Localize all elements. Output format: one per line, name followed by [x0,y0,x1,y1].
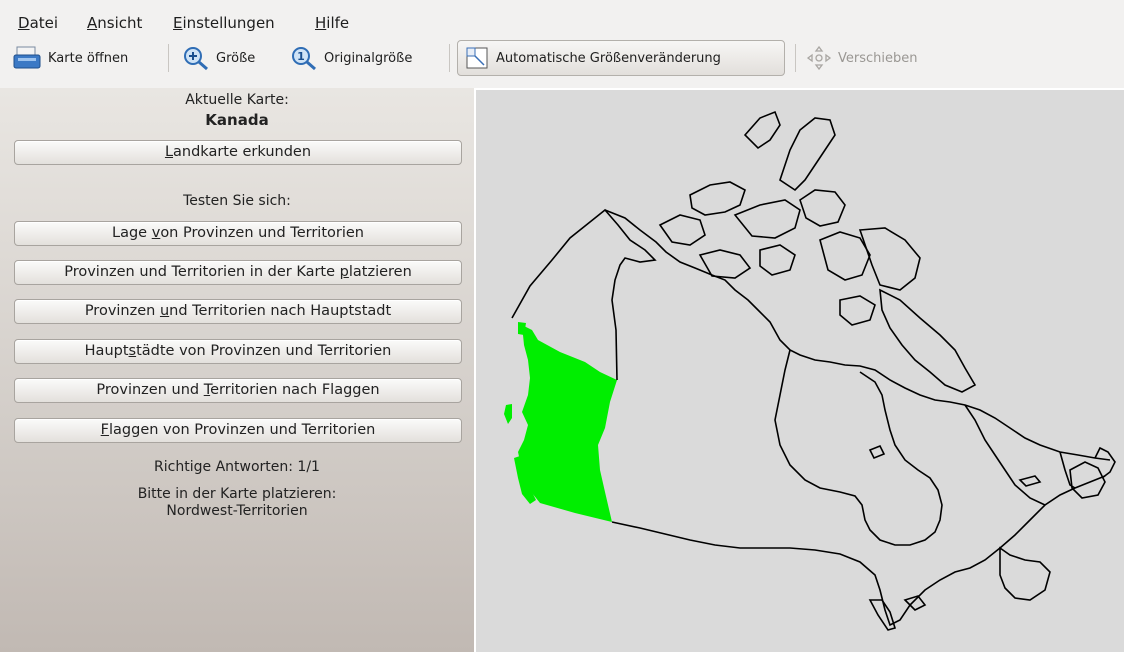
menu-ansicht-mnemonic: A [87,14,98,32]
outline-arctic-6 [799,189,846,227]
open-map-label: Karte öffnen [48,50,129,66]
test-yourself-label: Testen Sie sich: [183,193,291,209]
move-icon [806,45,832,71]
map-outlines [511,110,1116,631]
menu-datei[interactable]: Datei [18,14,58,32]
menu-einstellungen-label: instellungen [182,14,275,32]
target-region-text: Nordwest-Territorien [166,503,308,519]
move-label: Verschieben [838,50,918,66]
toolbar-separator [449,44,450,72]
current-map-name: Kanada [205,111,269,129]
quiz-flag-label-after: erritorien nach Flaggen [210,382,380,398]
svg-text:1: 1 [297,50,305,63]
menu-ansicht-label: nsicht [97,14,143,32]
original-size-button[interactable]: 1 Originalgröße [284,40,418,76]
outline-mainland-north [604,209,1111,461]
original-size-icon: 1 [292,47,316,71]
zoom-in-icon [184,47,208,71]
original-size-label: Originalgröße [324,50,413,66]
toolbar: Karte öffnen Größe 1 Originalgröße Autom… [0,34,1124,88]
outline-quebec-labrador [964,404,1116,506]
toolbar-separator [795,44,796,72]
menu-bar: Datei Ansicht Einstellungen Hilfe [0,0,1124,35]
quiz-capital-button[interactable]: Provinzen und Territorien nach Hauptstad… [14,299,462,324]
outline-akimiski [868,444,886,460]
outline-arctic-1 [779,117,836,192]
map-view[interactable] [474,88,1124,652]
auto-resize-button[interactable]: Automatische Größenveränderung [457,40,785,76]
outline-arctic-5 [733,199,801,239]
outline-southampton [839,295,876,326]
menu-hilfe-mnemonic: H [315,14,327,32]
canada-map[interactable] [476,90,1124,652]
region-british-columbia[interactable] [518,325,617,522]
quiz-flags-of-mnemonic: F [100,422,110,438]
menu-ansicht[interactable]: Ansicht [87,14,142,32]
quiz-location-label-before: Lage [112,225,152,241]
quiz-capital-label-before: Provinzen [84,303,160,319]
quiz-place-mnemonic: p [339,264,349,280]
zoom-label: Größe [216,50,256,66]
outline-baffin [879,288,977,393]
outline-maritimes [999,546,1051,601]
outline-arctic-10 [759,244,796,276]
auto-resize-label: Automatische Größenveränderung [496,50,721,66]
open-map-button[interactable]: Karte öffnen [6,40,134,76]
menu-datei-label: atei [29,14,59,32]
auto-resize-icon [466,47,488,69]
left-panel: Aktuelle Karte: Kanada Landkarte erkunde… [0,88,474,652]
score-text: Richtige Antworten: 1/1 [154,459,320,475]
zoom-button[interactable]: Größe [176,40,261,76]
explore-map-button[interactable]: Landkarte erkunden [14,140,462,165]
menu-hilfe-label: ilfe [326,14,350,32]
menu-hilfe[interactable]: Hilfe [315,14,349,32]
quiz-place-button[interactable]: Provinzen und Territorien in der Karte p… [14,260,462,285]
explore-map-mnemonic: L [164,144,174,160]
quiz-flags-of-label-after: laggen von Provinzen und Territorien [109,422,376,438]
quiz-flags-of-button[interactable]: Flaggen von Provinzen und Territorien [14,418,462,443]
outline-arctic-4 [658,214,706,246]
menu-datei-mnemonic: D [18,14,30,32]
quiz-capital-mnemonic: u [159,303,170,319]
quiz-flag-label-before: Provinzen und [96,382,204,398]
menu-einstellungen[interactable]: Einstellungen [173,14,275,32]
outline-lakes [868,595,927,631]
quiz-flag-button[interactable]: Provinzen und Territorien nach Flaggen [14,378,462,403]
current-map-label: Aktuelle Karte: [185,92,289,108]
quiz-capitals-of-label-after: tädte von Provinzen und Territorien [136,343,392,359]
quiz-place-label-after: latzieren [348,264,412,280]
outline-arctic-3 [689,181,746,216]
quiz-capitals-of-button[interactable]: Hauptstädte von Provinzen und Territorie… [14,339,462,364]
outline-anticosti [1018,475,1042,487]
explore-map-label: andkarte erkunden [173,144,312,160]
outline-newfoundland [1069,461,1106,499]
toolbar-separator [168,44,169,72]
outline-hudson-bay [774,349,943,546]
open-map-icon [13,46,41,69]
quiz-capitals-of-mnemonic: s [128,343,137,359]
outline-arctic-2 [743,110,781,150]
move-button[interactable]: Verschieben [800,40,924,76]
quiz-place-label-before: Provinzen und Territorien in der Karte [64,264,340,280]
quiz-capitals-of-label-before: Haupt [84,343,129,359]
instruction-text: Bitte in der Karte platzieren: [137,486,337,502]
quiz-location-label-after: on Provinzen und Territorien [160,225,364,241]
quiz-capital-label-after: nd Territorien nach Hauptstadt [169,303,392,319]
quiz-location-button[interactable]: Lage von Provinzen und Territorien [14,221,462,246]
